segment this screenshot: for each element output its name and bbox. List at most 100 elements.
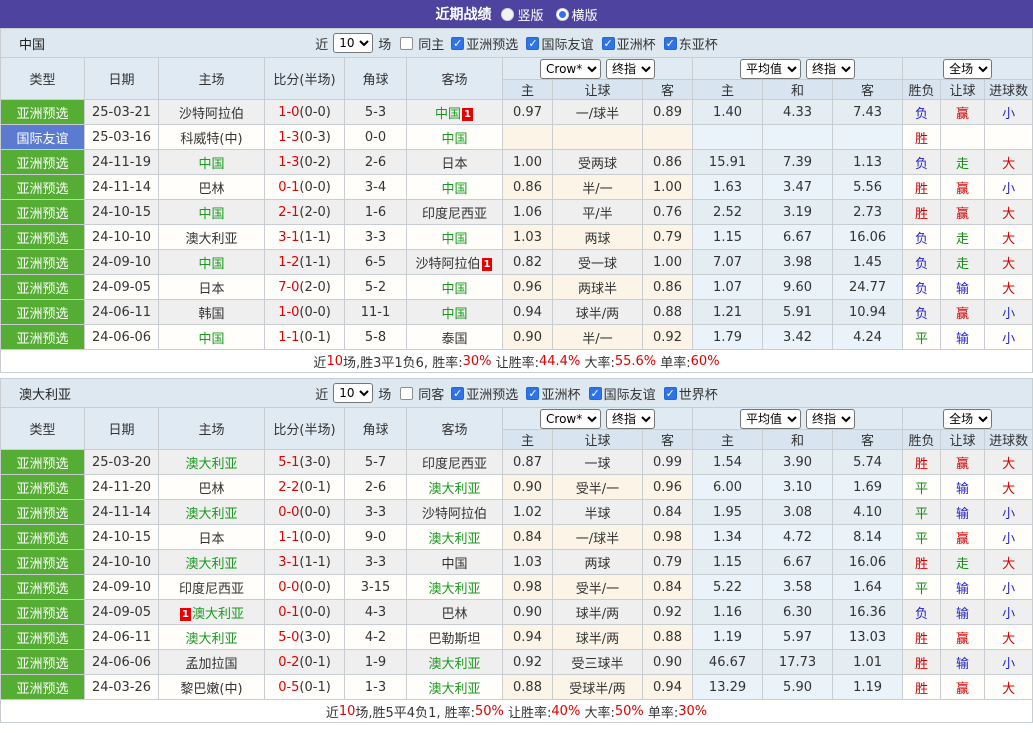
- radio-vertical-layout[interactable]: 竖版: [501, 5, 544, 24]
- away-team-cell: 中国: [406, 299, 503, 325]
- away-team-cell: 巴林: [406, 599, 503, 625]
- odds-away: 0.86: [641, 274, 694, 300]
- col-type: 类型: [0, 407, 85, 450]
- score-cell: 0-5(0-1): [264, 674, 345, 700]
- score-cell: 1-3(0-2): [264, 149, 345, 175]
- cup-checkbox-checked[interactable]: [526, 36, 540, 50]
- cup-checkbox-checked[interactable]: [663, 386, 677, 400]
- radio-horizontal-layout[interactable]: 横版: [555, 5, 598, 24]
- avg-draw: 4.72: [762, 524, 834, 550]
- col-odds-away: 客: [641, 429, 694, 450]
- result-goals: 小: [984, 649, 1033, 675]
- cup-label: 国际友谊: [603, 387, 656, 403]
- match-row: 亚洲预选 25-03-20 澳大利亚 5-1(3-0) 5-7 印度尼西亚 0.…: [0, 449, 1033, 475]
- radio-icon[interactable]: [501, 7, 515, 21]
- corner-score: 4-3: [344, 599, 407, 625]
- match-type-badge: 亚洲预选: [0, 324, 85, 350]
- games-count-select[interactable]: 10: [333, 33, 374, 53]
- home-team-cell: 中国: [158, 149, 265, 175]
- odds-source-select[interactable]: Crow*: [540, 58, 602, 79]
- section-summary: 近 10 场,胜3平1负6, 胜率: 30% 让胜率: 44.4% 大率: 55.6% 单…: [0, 350, 1033, 373]
- same-away-checkbox[interactable]: [400, 386, 414, 400]
- avg-home: 5.22: [692, 574, 764, 600]
- home-team-name: 澳大利亚: [185, 631, 238, 647]
- match-date: 24-06-11: [84, 299, 159, 325]
- avg-draw: 3.10: [762, 474, 834, 500]
- result-goals: 大: [984, 224, 1033, 250]
- result-goals: [984, 124, 1033, 150]
- cup-checkbox-checked[interactable]: [451, 386, 465, 400]
- avg-home: 1.63: [692, 174, 764, 200]
- odds-home: 1.00: [502, 149, 553, 175]
- avg-final-select[interactable]: 终指: [806, 58, 856, 79]
- match-row: 亚洲预选 24-06-11 澳大利亚 5-0(3-0) 4-2 巴勒斯坦 0.9…: [0, 624, 1033, 650]
- away-team-name: 沙特阿拉伯: [415, 256, 481, 272]
- avg-final-select[interactable]: 终指: [806, 408, 856, 429]
- fulltime-score: 5-1: [278, 454, 300, 470]
- score-cell: 1-1(0-1): [264, 324, 345, 350]
- home-team-cell: 澳大利亚: [158, 549, 265, 575]
- result-outcome: 胜: [902, 549, 942, 575]
- avg-home: 1.15: [692, 224, 764, 250]
- odds-home: 0.97: [502, 99, 553, 125]
- summary-segment: 40%: [551, 703, 581, 719]
- cup-checkbox-checked[interactable]: [601, 36, 615, 50]
- scope-select[interactable]: 全场: [943, 58, 993, 79]
- match-date: 24-10-10: [84, 549, 159, 575]
- col-away: 客场: [406, 407, 503, 450]
- result-handicap: 输: [940, 599, 986, 625]
- cup-checkbox-checked[interactable]: [526, 386, 540, 400]
- cup-label: 亚洲预选: [466, 387, 519, 403]
- home-team-name: 印度尼西亚: [178, 581, 244, 597]
- odds-away: 0.89: [641, 99, 694, 125]
- cup-checkbox-checked[interactable]: [588, 386, 602, 400]
- odds-home: 1.03: [502, 549, 553, 575]
- halftime-score: (0-0): [299, 604, 331, 620]
- avg-draw: 5.97: [762, 624, 834, 650]
- scope-select[interactable]: 全场: [943, 408, 993, 429]
- near-label: 近: [315, 387, 329, 403]
- odds-source-select[interactable]: Crow*: [540, 408, 602, 429]
- odds-away: 0.98: [641, 524, 694, 550]
- odds-away: 0.92: [641, 599, 694, 625]
- match-row: 亚洲预选 24-06-06 中国 1-1(0-1) 5-8 泰国 0.90 半/…: [0, 324, 1033, 350]
- cup-checkbox-checked[interactable]: [663, 36, 677, 50]
- cup-checkbox-checked[interactable]: [451, 36, 465, 50]
- cup-filter-item: 亚洲预选: [447, 384, 518, 403]
- away-team-cell: 中国 1: [406, 99, 503, 125]
- cup-filter-list: 亚洲预选 亚洲杯 国际友谊: [447, 384, 718, 403]
- home-team-name: 科威特(中): [180, 131, 243, 147]
- away-team-cell: 印度尼西亚: [406, 449, 503, 475]
- radio-checked-icon[interactable]: [555, 7, 569, 21]
- fulltime-score: 0-0: [278, 579, 300, 595]
- halftime-score: (0-1): [299, 329, 331, 345]
- match-type-badge: 亚洲预选: [0, 449, 85, 475]
- avg-away: 1.45: [832, 249, 904, 275]
- halftime-score: (0-1): [299, 479, 331, 495]
- avg-source-select[interactable]: 平均值: [740, 408, 802, 429]
- games-count-select[interactable]: 10: [333, 383, 374, 403]
- avg-draw: 3.42: [762, 324, 834, 350]
- avg-away: 1.69: [832, 474, 904, 500]
- avg-group-header: 平均值 终指: [692, 407, 904, 430]
- result-outcome: 胜: [902, 124, 942, 150]
- section-australia: 澳大利亚 近 10 场 同客 亚洲预选: [0, 378, 1033, 723]
- result-outcome: 负: [902, 99, 942, 125]
- odds-final-select[interactable]: 终指: [606, 408, 656, 429]
- away-team-cell: 沙特阿拉伯: [406, 499, 503, 525]
- avg-home: 1.34: [692, 524, 764, 550]
- match-row: 亚洲预选 24-10-15 日本 1-1(0-0) 9-0 澳大利亚 0.84 …: [0, 524, 1033, 550]
- avg-source-select[interactable]: 平均值: [740, 58, 802, 79]
- result-outcome: 负: [902, 274, 942, 300]
- match-row: 亚洲预选 24-10-10 澳大利亚 3-1(1-1) 3-3 中国 1.03 …: [0, 549, 1033, 575]
- layout-radio-group: 竖版 横版: [501, 5, 598, 24]
- home-team-cell: 中国: [158, 199, 265, 225]
- same-home-checkbox[interactable]: [400, 36, 414, 50]
- match-row: 亚洲预选 24-09-05 日本 7-0(2-0) 5-2 中国 0.96 两球…: [0, 274, 1033, 300]
- result-outcome: 平: [902, 524, 942, 550]
- odds-final-select[interactable]: 终指: [606, 58, 656, 79]
- odds-away: 0.86: [641, 149, 694, 175]
- fulltime-score: 1-2: [278, 254, 300, 270]
- home-team-cell: 巴林: [158, 474, 265, 500]
- avg-home: 1.40: [692, 99, 764, 125]
